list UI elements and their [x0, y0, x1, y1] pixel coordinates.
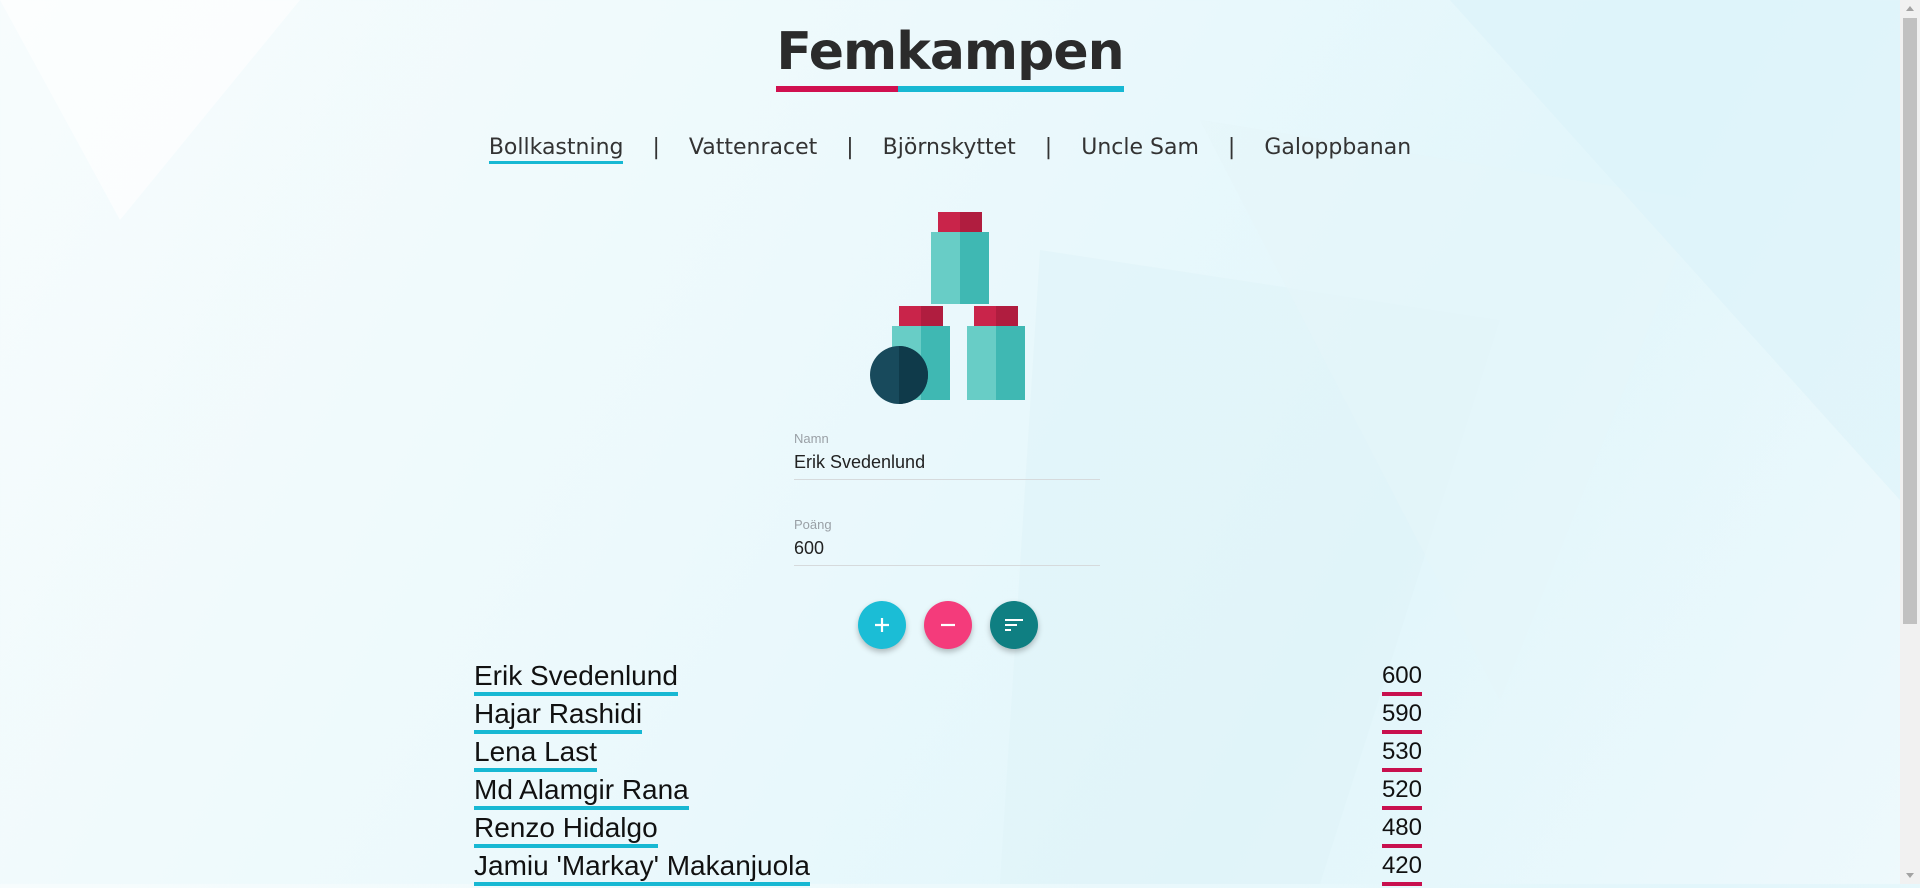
score-input[interactable] [794, 532, 1100, 566]
player-name: Renzo Hidalgo [474, 812, 658, 848]
nav-item-galoppbanan[interactable]: Galoppbanan [1264, 133, 1411, 161]
list-item: Md Alamgir Rana 520 [474, 774, 1422, 812]
name-field: Namn [794, 431, 1100, 480]
plus-icon [875, 618, 889, 632]
player-score: 420 [1381, 850, 1422, 886]
player-name: Jamiu 'Markay' Makanjuola [474, 850, 810, 886]
player-score: 600 [1381, 660, 1422, 696]
nav-item-bjornskyttet[interactable]: Björnskyttet [883, 133, 1016, 161]
scroll-down-arrow-icon[interactable] [1900, 867, 1920, 884]
score-label: Poäng [794, 517, 832, 532]
list-item: Lena Last 530 [474, 736, 1422, 774]
player-name: Erik Svedenlund [474, 660, 678, 696]
list-item: Jamiu 'Markay' Makanjuola 420 [474, 850, 1422, 888]
nav-separator: | [1227, 135, 1236, 160]
title-underline [776, 86, 1124, 92]
score-list: Erik Svedenlund 600 Hajar Rashidi 590 Le… [474, 660, 1422, 888]
nav-item-vattenracet[interactable]: Vattenracet [689, 133, 817, 161]
player-name: Md Alamgir Rana [474, 774, 689, 810]
nav-separator: | [846, 135, 854, 160]
page-title: Femkampen [776, 18, 1125, 94]
nav-item-uncle-sam[interactable]: Uncle Sam [1081, 133, 1199, 161]
player-name: Lena Last [474, 736, 597, 772]
player-score: 520 [1381, 774, 1422, 810]
scroll-up-arrow-icon[interactable] [1900, 0, 1920, 17]
player-name: Hajar Rashidi [474, 698, 643, 734]
name-input[interactable] [794, 446, 1100, 480]
sort-icon [1005, 619, 1023, 631]
scrollbar-thumb[interactable] [1903, 18, 1917, 624]
nav-separator: | [652, 135, 660, 160]
page-title-text: Femkampen [776, 22, 1124, 82]
player-score: 590 [1381, 698, 1422, 734]
score-field: Poäng [794, 517, 1100, 566]
list-item: Hajar Rashidi 590 [474, 698, 1422, 736]
add-button[interactable] [858, 601, 906, 649]
minus-icon [941, 623, 955, 627]
scrollbar[interactable] [1900, 0, 1920, 884]
sort-button[interactable] [990, 601, 1038, 649]
nav-separator: | [1044, 135, 1053, 160]
remove-button[interactable] [924, 601, 972, 649]
nav-item-bollkastning[interactable]: Bollkastning [488, 133, 624, 164]
can-pyramid-illustration [870, 212, 1025, 404]
name-label: Namn [794, 431, 829, 446]
list-item: Erik Svedenlund 600 [474, 660, 1422, 698]
list-item: Renzo Hidalgo 480 [474, 812, 1422, 850]
player-score: 530 [1381, 736, 1422, 772]
event-nav: Bollkastning | Vattenracet | Björnskytte… [0, 133, 1900, 164]
player-score: 480 [1381, 812, 1422, 848]
